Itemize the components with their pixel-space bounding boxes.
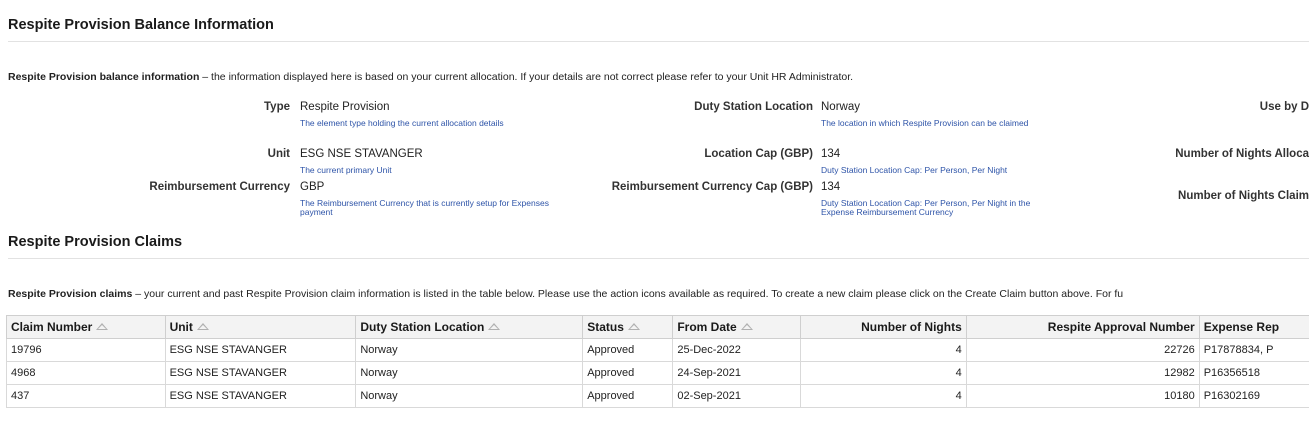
type-label: Type bbox=[264, 101, 290, 113]
cell-respite-approval-number: 22726 bbox=[965, 338, 1200, 362]
cell-unit: ESG NSE STAVANGER bbox=[164, 384, 357, 408]
reimbursement-currency-cap-label: Reimbursement Currency Cap (GBP) bbox=[611, 181, 813, 193]
cell-claim-number: 437 bbox=[6, 384, 166, 408]
use-by-date-label: Use by D bbox=[1259, 101, 1309, 113]
table-row: 4968 ESG NSE STAVANGER Norway Approved 2… bbox=[6, 361, 1309, 385]
nights-claimed-label: Number of Nights Claim bbox=[1178, 190, 1309, 202]
unit-value: ESG NSE STAVANGER bbox=[300, 148, 423, 160]
table-row: 437 ESG NSE STAVANGER Norway Approved 02… bbox=[6, 384, 1309, 408]
unit-label: Unit bbox=[267, 148, 290, 160]
cell-expense-report: P16302169 bbox=[1198, 384, 1309, 408]
claims-table: Claim Number Unit Duty Station Location … bbox=[6, 315, 1309, 408]
column-header-expense-report[interactable]: Expense Rep bbox=[1198, 315, 1309, 339]
location-cap-label: Location Cap (GBP) bbox=[704, 148, 813, 160]
column-header-claim-number[interactable]: Claim Number bbox=[6, 315, 166, 339]
balance-intro-heading: Respite Provision balance information bbox=[8, 71, 200, 83]
balance-divider bbox=[8, 41, 1309, 42]
duty-station-help: The location in which Respite Provision … bbox=[821, 118, 1029, 128]
cell-respite-approval-number: 10180 bbox=[965, 384, 1200, 408]
column-header-number-of-nights[interactable]: Number of Nights bbox=[800, 315, 967, 339]
location-cap-value: 134 bbox=[821, 148, 841, 160]
reimbursement-currency-cap-value: 134 bbox=[821, 181, 841, 193]
cell-from-date: 02-Sep-2021 bbox=[672, 384, 802, 408]
sort-ascending-icon[interactable] bbox=[627, 323, 640, 330]
cell-expense-report: P16356518 bbox=[1198, 361, 1309, 385]
claims-intro-text: – your current and past Respite Provisio… bbox=[132, 288, 1124, 300]
cell-unit: ESG NSE STAVANGER bbox=[164, 338, 357, 362]
cell-duty-station-location: Norway bbox=[355, 361, 584, 385]
reimbursement-currency-cap-help: Duty Station Location Cap: Per Person, P… bbox=[821, 198, 1031, 217]
unit-help: The current primary Unit bbox=[300, 165, 392, 175]
sort-ascending-icon[interactable] bbox=[488, 323, 501, 330]
cell-status: Approved bbox=[582, 338, 674, 362]
claims-section-title: Respite Provision Claims bbox=[8, 234, 183, 250]
claims-intro-heading: Respite Provision claims bbox=[8, 288, 133, 300]
sort-ascending-icon[interactable] bbox=[196, 323, 209, 330]
claims-table-header: Claim Number Unit Duty Station Location … bbox=[6, 315, 1309, 339]
cell-duty-station-location: Norway bbox=[355, 384, 584, 408]
sort-ascending-icon[interactable] bbox=[740, 323, 753, 330]
type-help: The element type holding the current all… bbox=[300, 118, 504, 128]
duty-station-label: Duty Station Location bbox=[694, 101, 813, 113]
balance-section-title: Respite Provision Balance Information bbox=[8, 17, 274, 33]
balance-intro-text: – the information displayed here is base… bbox=[199, 71, 854, 83]
reimbursement-currency-label: Reimbursement Currency bbox=[149, 181, 290, 193]
cell-claim-number: 19796 bbox=[6, 338, 166, 362]
duty-station-value: Norway bbox=[821, 101, 860, 113]
cell-status: Approved bbox=[582, 384, 674, 408]
nights-allocated-label: Number of Nights Alloca bbox=[1175, 148, 1309, 160]
column-header-unit[interactable]: Unit bbox=[164, 315, 357, 339]
cell-number-of-nights: 4 bbox=[800, 384, 967, 408]
column-header-from-date[interactable]: From Date bbox=[672, 315, 802, 339]
reimbursement-currency-value: GBP bbox=[300, 181, 325, 193]
column-header-status[interactable]: Status bbox=[582, 315, 674, 339]
sort-ascending-icon[interactable] bbox=[96, 323, 109, 330]
cell-duty-station-location: Norway bbox=[355, 338, 584, 362]
cell-expense-report: P17878834, P bbox=[1198, 338, 1309, 362]
cell-claim-number: 4968 bbox=[6, 361, 166, 385]
claims-intro: Respite Provision claims – your current … bbox=[8, 288, 1123, 300]
cell-from-date: 24-Sep-2021 bbox=[672, 361, 802, 385]
balance-intro: Respite Provision balance information – … bbox=[8, 71, 853, 83]
table-row: 19796 ESG NSE STAVANGER Norway Approved … bbox=[6, 338, 1309, 362]
cell-unit: ESG NSE STAVANGER bbox=[164, 361, 357, 385]
column-header-duty-station-location[interactable]: Duty Station Location bbox=[355, 315, 584, 339]
cell-number-of-nights: 4 bbox=[800, 338, 967, 362]
location-cap-help: Duty Station Location Cap: Per Person, P… bbox=[821, 165, 1008, 175]
cell-number-of-nights: 4 bbox=[800, 361, 967, 385]
cell-status: Approved bbox=[582, 361, 674, 385]
cell-respite-approval-number: 12982 bbox=[965, 361, 1200, 385]
type-value: Respite Provision bbox=[300, 101, 390, 113]
cell-from-date: 25-Dec-2022 bbox=[672, 338, 802, 362]
reimbursement-currency-help: The Reimbursement Currency that is curre… bbox=[300, 198, 549, 217]
column-header-respite-approval-number[interactable]: Respite Approval Number bbox=[965, 315, 1200, 339]
claims-divider bbox=[8, 258, 1309, 259]
